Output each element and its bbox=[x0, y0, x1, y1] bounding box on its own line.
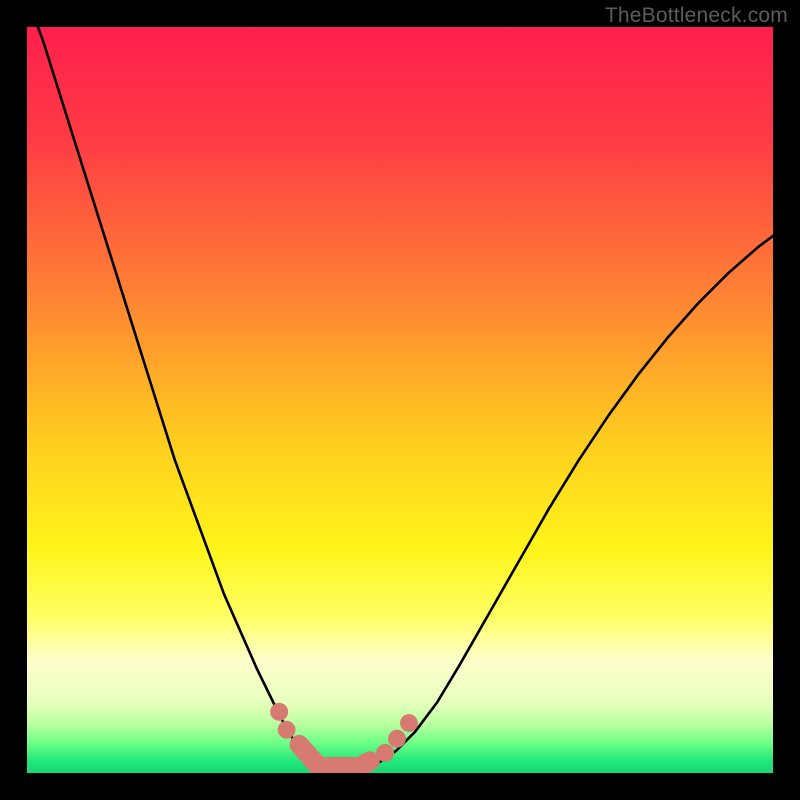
curve-layer bbox=[27, 27, 773, 773]
data-marker-pill bbox=[360, 761, 370, 766]
data-marker bbox=[270, 703, 288, 721]
data-marker bbox=[376, 744, 394, 762]
data-marker bbox=[400, 714, 418, 732]
plot-area bbox=[27, 27, 773, 773]
watermark-text: TheBottleneck.com bbox=[605, 4, 788, 28]
data-marker bbox=[388, 730, 406, 748]
bottleneck-curve bbox=[27, 27, 773, 772]
outer-frame: TheBottleneck.com bbox=[0, 0, 800, 800]
data-marker bbox=[278, 721, 296, 739]
